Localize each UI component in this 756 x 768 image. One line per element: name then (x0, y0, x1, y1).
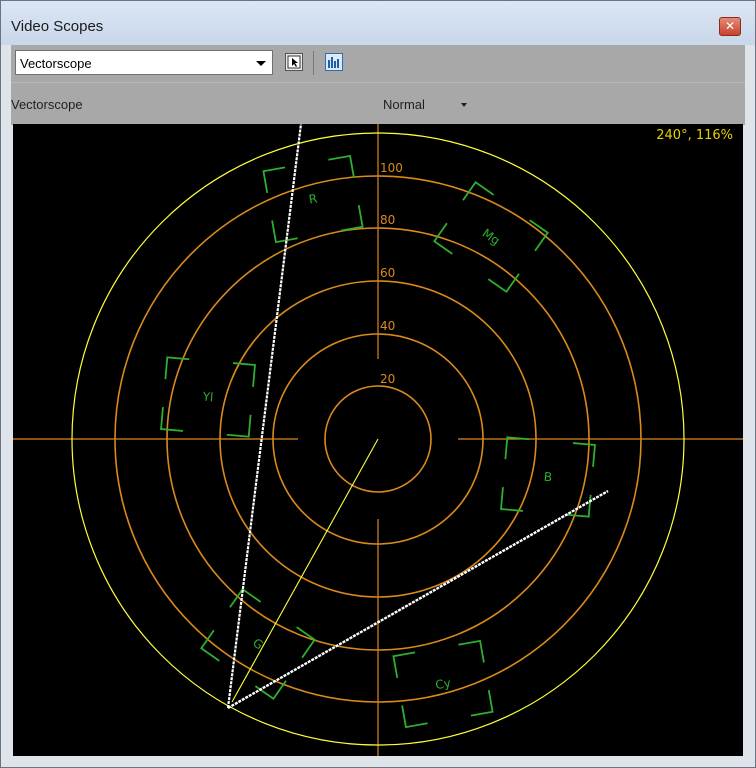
target-yl: Yl (160, 356, 256, 438)
toolbar-separator (313, 51, 314, 75)
close-button[interactable]: ✕ (719, 17, 741, 36)
ring-label-20: 20 (380, 372, 395, 386)
target-label-g: G (250, 636, 266, 653)
target-mg: Mg (433, 181, 549, 293)
scope-name-label: Vectorscope (11, 97, 83, 112)
display-mode-dropdown[interactable]: Normal (383, 97, 425, 112)
target-cy: Cy (392, 639, 494, 729)
window-title: Video Scopes (11, 18, 104, 35)
target-label-mg: Mg (480, 226, 503, 248)
scope-type-value: Vectorscope (20, 56, 92, 71)
levels-icon (328, 57, 339, 68)
target-label-yl: Yl (201, 389, 214, 404)
target-label-r: R (308, 191, 319, 206)
target-r: R (262, 154, 364, 244)
toolbar: Vectorscope (11, 45, 745, 82)
scope-header: Vectorscope Normal (11, 82, 745, 125)
angle-saturation-readout: 240°, 116% (656, 128, 733, 143)
target-g: G (200, 588, 316, 700)
ring-labels: 20 40 60 80 100 (380, 161, 403, 386)
vector-line (231, 438, 379, 703)
target-b: B (500, 436, 596, 518)
ring-label-60: 60 (380, 266, 395, 280)
settings-icon (287, 55, 301, 69)
trace-line-upper (226, 124, 303, 709)
chevron-down-icon[interactable] (461, 103, 467, 107)
levels-button[interactable] (325, 53, 343, 71)
signal-trace (226, 124, 609, 710)
ring-label-40: 40 (380, 319, 395, 333)
chevron-down-icon[interactable] (256, 61, 266, 66)
scope-type-dropdown[interactable]: Vectorscope (15, 50, 273, 75)
vectorscope-display: R Mg Yl B G Cy 20 40 60 80 100 240°, 116% (13, 124, 743, 756)
close-icon: ✕ (724, 19, 736, 33)
title-bar: Video Scopes ✕ (1, 1, 755, 45)
video-scopes-window: Video Scopes ✕ Vectorscope Vectorscope N… (0, 0, 756, 768)
settings-button[interactable] (285, 53, 303, 71)
target-label-cy: Cy (434, 676, 452, 692)
vectorscope-graph: R Mg Yl B G Cy 20 40 60 80 100 (13, 124, 743, 756)
target-label-b: B (543, 470, 552, 485)
ring-label-100: 100 (380, 161, 403, 175)
ring-label-80: 80 (380, 213, 395, 227)
trace-line-right (227, 489, 609, 710)
